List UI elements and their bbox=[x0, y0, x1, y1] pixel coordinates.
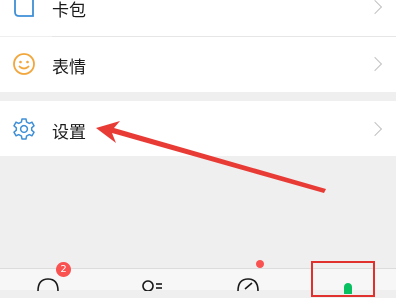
chevron-right-icon bbox=[367, 56, 383, 72]
smiley-icon bbox=[12, 52, 36, 80]
unread-badge: 2 bbox=[56, 262, 71, 277]
menu-item-settings[interactable]: 设置 bbox=[0, 101, 396, 156]
chevron-right-icon bbox=[367, 0, 383, 15]
menu-item-label: 表情 bbox=[52, 58, 86, 78]
annotation-highlight-box bbox=[311, 261, 375, 297]
menu-item-stickers[interactable]: 表情 bbox=[0, 37, 396, 92]
menu-item-wallet[interactable]: 卡包 bbox=[0, 0, 396, 36]
menu-item-label: 设置 bbox=[52, 123, 86, 143]
tab-chats[interactable] bbox=[36, 276, 60, 292]
tab-discover[interactable] bbox=[236, 276, 260, 292]
menu-item-label: 卡包 bbox=[52, 1, 86, 21]
tab-contacts[interactable] bbox=[139, 276, 163, 292]
new-indicator-dot bbox=[256, 260, 264, 268]
wallet-icon bbox=[12, 0, 36, 24]
gear-icon bbox=[12, 117, 36, 145]
chevron-right-icon bbox=[367, 121, 383, 137]
